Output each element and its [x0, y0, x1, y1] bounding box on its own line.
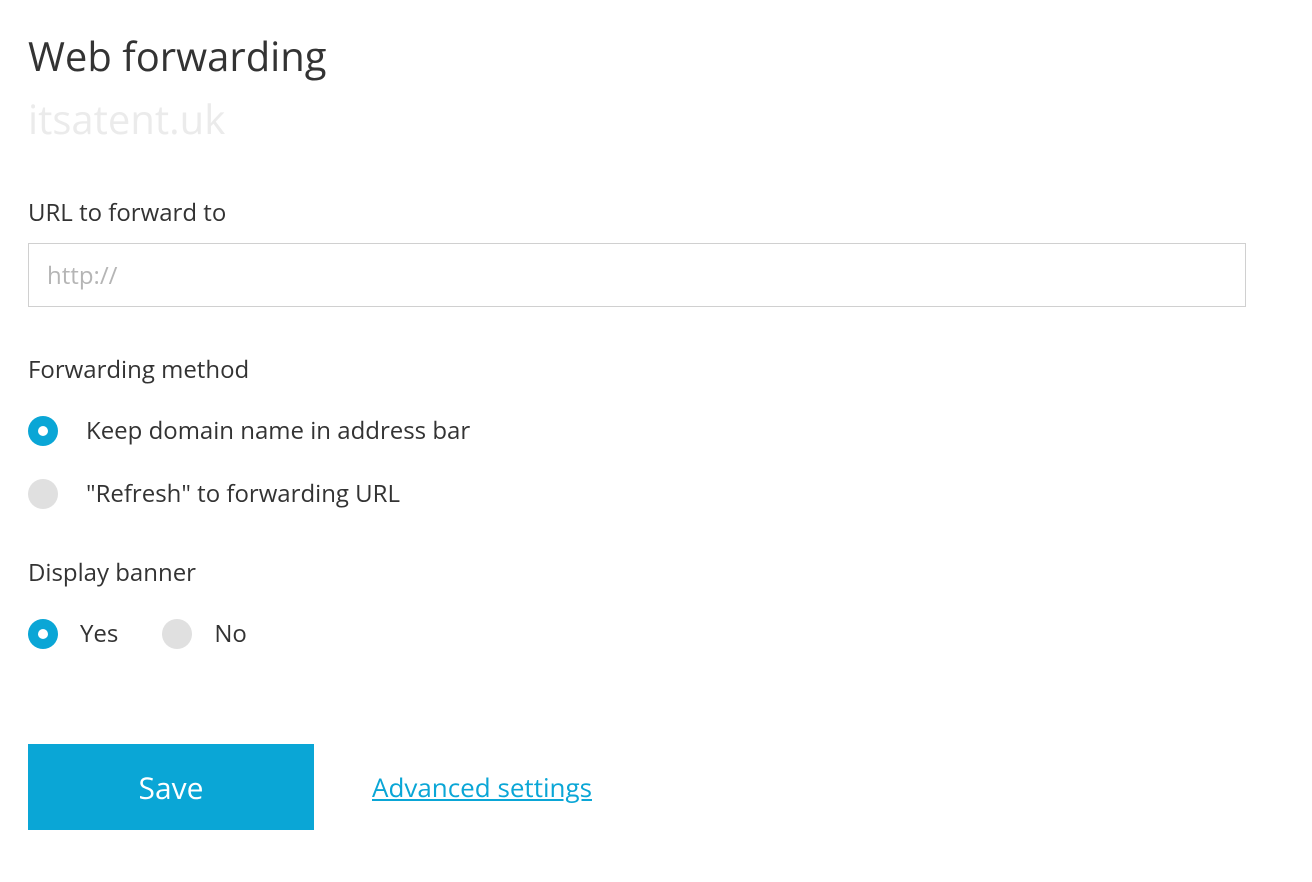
display-banner-label: Display banner — [28, 556, 1284, 589]
forwarding-method-group: Keep domain name in address bar "Refresh… — [28, 414, 1284, 510]
radio-banner-no[interactable]: No — [162, 617, 247, 650]
radio-button-icon — [28, 619, 58, 649]
radio-keep-domain[interactable]: Keep domain name in address bar — [28, 414, 1284, 447]
display-banner-section: Display banner Yes No — [28, 556, 1284, 650]
forwarding-method-label: Forwarding method — [28, 353, 1284, 386]
radio-button-icon — [162, 619, 192, 649]
url-input[interactable] — [28, 243, 1246, 307]
domain-subtitle: itsatent.uk — [28, 91, 1284, 146]
page-title: Web forwarding — [28, 28, 1284, 83]
radio-label: No — [214, 617, 247, 650]
forwarding-method-section: Forwarding method Keep domain name in ad… — [28, 353, 1284, 510]
radio-button-icon — [28, 479, 58, 509]
url-field-label: URL to forward to — [28, 196, 1284, 229]
radio-label: "Refresh" to forwarding URL — [86, 477, 400, 510]
advanced-settings-link[interactable]: Advanced settings — [372, 769, 592, 805]
radio-refresh-url[interactable]: "Refresh" to forwarding URL — [28, 477, 1284, 510]
radio-label: Keep domain name in address bar — [86, 414, 470, 447]
radio-button-icon — [28, 416, 58, 446]
save-button[interactable]: Save — [28, 744, 314, 830]
display-banner-group: Yes No — [28, 617, 1284, 650]
actions-row: Save Advanced settings — [28, 744, 1284, 830]
radio-banner-yes[interactable]: Yes — [28, 617, 118, 650]
radio-label: Yes — [80, 617, 118, 650]
url-section: URL to forward to — [28, 196, 1284, 307]
